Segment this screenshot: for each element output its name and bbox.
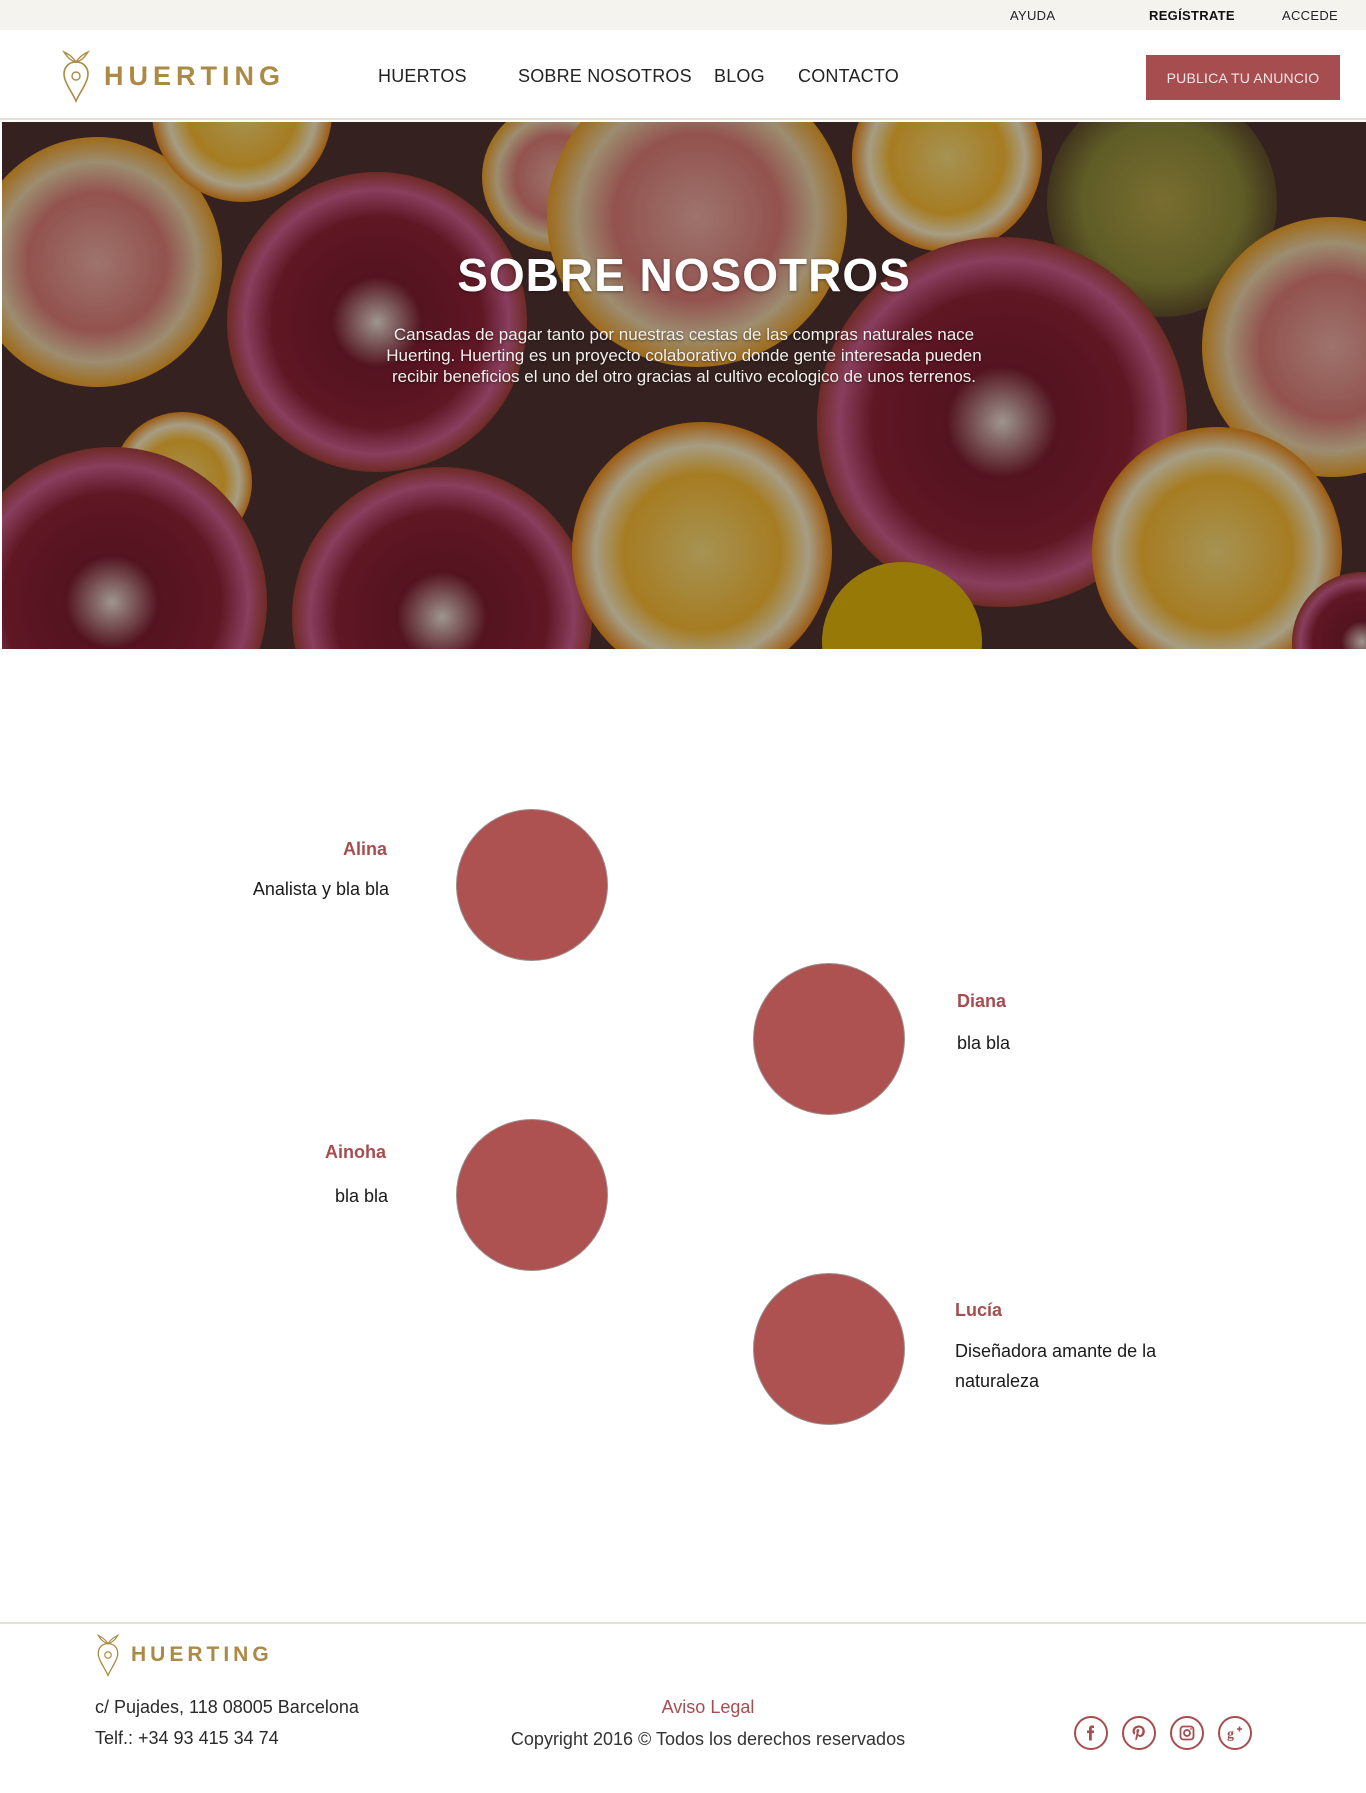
member-name: Diana — [957, 991, 1007, 1011]
facebook-icon[interactable] — [1074, 1716, 1108, 1750]
hero-banner: SOBRE NOSOTROS Cansadas de pagar tanto p… — [2, 122, 1366, 649]
svg-text:g: g — [1227, 1727, 1234, 1742]
member-name: Lucía — [955, 1300, 1003, 1320]
nav-item-blog[interactable]: BLOG — [714, 66, 765, 87]
member-avatar — [456, 809, 608, 961]
member-role: Analista y bla bla — [252, 879, 389, 899]
member-avatar — [456, 1119, 608, 1271]
nav-item-huertos[interactable]: HUERTOS — [378, 66, 467, 87]
hero-description: Cansadas de pagar tanto por nuestras ces… — [386, 325, 982, 386]
member-role: Diseñadora amante de la naturaleza — [955, 1341, 1157, 1391]
copyright-text: Copyright 2016 © Todos los derechos rese… — [510, 1729, 906, 1749]
member-role: bla bla — [957, 1033, 1011, 1053]
page-title: SOBRE NOSOTROS — [457, 249, 911, 301]
pinterest-icon[interactable] — [1122, 1716, 1156, 1750]
login-link[interactable]: ACCEDE — [1282, 8, 1338, 23]
member-avatar — [753, 1273, 905, 1425]
member-name: Alina — [342, 839, 387, 859]
nav-item-sobre-nosotros[interactable]: SOBRE NOSOTROS — [518, 66, 692, 87]
footer-logo[interactable]: HUERTING — [95, 1632, 273, 1678]
nav-item-contacto[interactable]: CONTACTO — [798, 66, 899, 87]
footer-divider — [0, 1622, 1366, 1624]
register-link[interactable]: REGÍSTRATE — [1149, 8, 1235, 23]
google-plus-icon[interactable]: g — [1218, 1716, 1252, 1750]
top-utility-bar: AYUDA REGÍSTRATE ACCEDE — [0, 0, 1366, 30]
member-avatar — [753, 963, 905, 1115]
help-link[interactable]: AYUDA — [1010, 8, 1055, 23]
footer-brand-name: HUERTING — [131, 1643, 273, 1666]
brand-name: HUERTING — [104, 60, 285, 91]
instagram-icon[interactable] — [1170, 1716, 1204, 1750]
member-name: Ainoha — [325, 1142, 386, 1162]
strawberry-pin-icon — [61, 50, 91, 103]
strawberry-pin-icon — [96, 1634, 120, 1677]
publish-ad-button[interactable]: PUBLICA TU ANUNCIO — [1146, 55, 1340, 100]
member-role: bla bla — [334, 1186, 388, 1206]
site-header: HUERTING HUERTOS SOBRE NOSOTROS BLOG CON… — [0, 30, 1366, 120]
brand-logo[interactable]: HUERTING — [60, 48, 285, 104]
legal-notice-link[interactable]: Aviso Legal — [0, 1697, 1366, 1718]
